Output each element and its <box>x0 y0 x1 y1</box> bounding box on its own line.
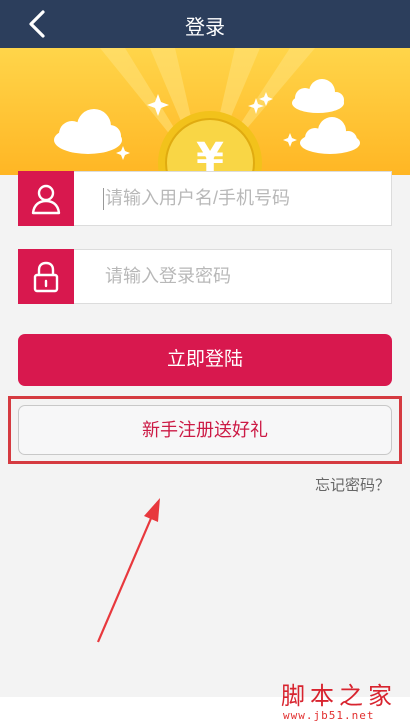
user-icon <box>18 171 74 226</box>
login-button[interactable]: 立即登陆 <box>18 334 392 386</box>
coin-symbol: ¥ <box>196 135 224 175</box>
forgot-password-link[interactable]: 忘记密码？ <box>315 474 390 495</box>
password-field <box>18 249 392 304</box>
watermark-url: www.jb51.net <box>283 709 375 722</box>
username-input[interactable] <box>105 172 375 225</box>
promo-banner: ¥ <box>0 48 410 175</box>
lock-icon <box>18 249 74 304</box>
page-title: 登录 <box>185 17 225 39</box>
watermark-site-name: 脚本之家 <box>281 682 397 710</box>
text-caret <box>103 188 104 210</box>
app-header: 登录 <box>0 0 410 48</box>
cloud-icon <box>54 109 122 154</box>
password-input[interactable] <box>105 250 375 303</box>
username-field <box>18 171 392 226</box>
annotation-arrow-icon <box>96 498 160 643</box>
register-button[interactable]: 新手注册送好礼 <box>18 405 392 455</box>
